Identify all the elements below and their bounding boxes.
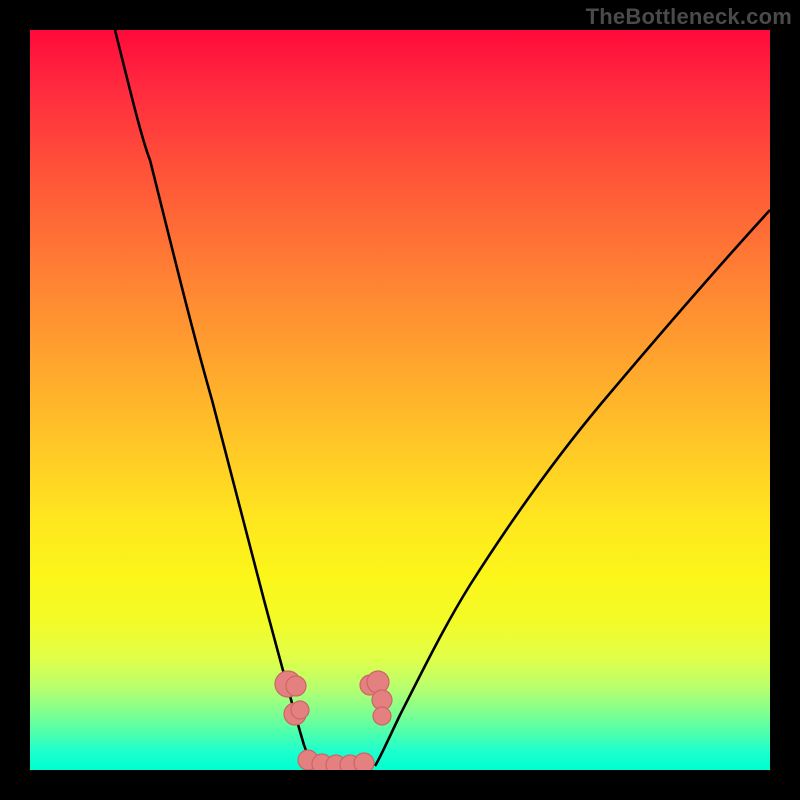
curve-left [115,30,314,766]
watermark-text: TheBottleneck.com [586,4,792,30]
curve-right [375,210,770,766]
marker-cluster-left [275,671,309,725]
chart-frame: TheBottleneck.com [0,0,800,800]
marker-dot [291,701,309,719]
curve-layer [30,30,770,770]
marker-dot [367,671,389,693]
marker-dot [286,676,306,696]
marker-dot [354,753,374,770]
plot-area [30,30,770,770]
marker-cluster-right [360,671,392,725]
marker-cluster-bottom [298,750,374,770]
marker-dot [373,707,391,725]
